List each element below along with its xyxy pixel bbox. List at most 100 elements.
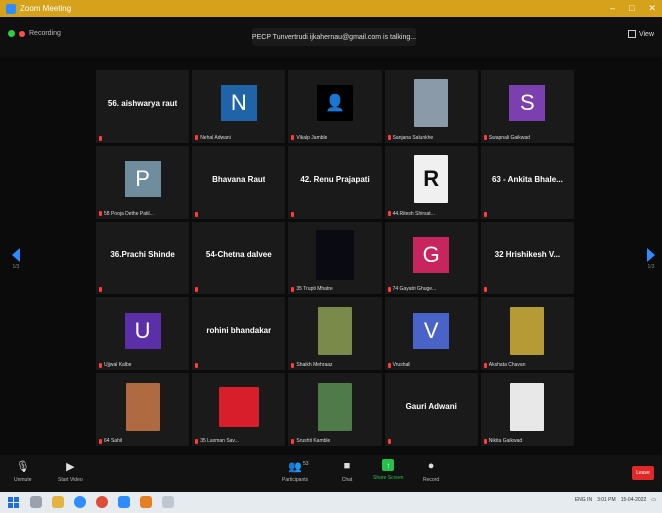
participant-tile[interactable]: 42. Renu Prajapati <box>288 145 382 219</box>
participant-name: 44.Ritesh Shirsat... <box>392 210 435 217</box>
start-video-button[interactable]: ▶ Start Video <box>58 459 83 484</box>
participant-tile[interactable]: N Nehal Adwani <box>192 70 286 143</box>
security-shield-icon[interactable] <box>8 30 15 37</box>
pinned-app-icon[interactable] <box>162 496 174 508</box>
participant-tile[interactable]: 32 Hrishikesh V... <box>480 221 574 295</box>
participant-nameplate: Nehal Adwani <box>195 135 231 141</box>
participant-tile[interactable]: Sanjana Salunkhe <box>384 70 478 143</box>
participant-tile[interactable]: rohini bhandakar <box>192 297 286 371</box>
participant-tile[interactable]: Nikita Gaikwad <box>480 373 574 446</box>
participant-avatar: G <box>413 236 450 273</box>
participant-display <box>385 78 478 129</box>
participant-nameplate: Akshata Chavan <box>483 362 526 368</box>
chevron-left-icon <box>12 248 20 262</box>
participant-name: 58 Pooja Dethe Patil... <box>104 210 154 217</box>
participant-display: 56. aishwarya raut <box>96 78 189 129</box>
participant-tile[interactable]: 56. aishwarya raut <box>96 70 190 143</box>
participant-tile[interactable]: Shaikh Mehraaz <box>288 297 382 371</box>
participant-nameplate <box>387 439 393 444</box>
chevron-right-icon <box>647 248 655 262</box>
participant-tile[interactable]: Bhavana Raut <box>192 145 286 219</box>
video-off-icon: ▶ <box>66 460 75 473</box>
participant-name: 35 Laxman Sav... <box>200 438 239 444</box>
participant-display <box>481 305 574 356</box>
video-label: Start Video <box>58 477 83 483</box>
participant-tile[interactable]: P 58 Pooja Dethe Patil... <box>96 145 190 219</box>
participant-name: 64 Sahil <box>104 438 123 444</box>
participant-nameplate: Vrushali <box>387 362 410 368</box>
participant-nameplate: Nikita Gaikwad <box>483 438 522 444</box>
record-button[interactable]: ● Record <box>423 459 439 483</box>
record-label: Record <box>423 477 440 483</box>
participant-avatar: S <box>509 85 546 122</box>
participant-tile[interactable]: 35 Trupti Mhatre <box>288 221 382 295</box>
notification-icon[interactable]: ▭ <box>651 497 656 503</box>
minimize-button[interactable]: – <box>610 3 615 14</box>
view-button[interactable]: View <box>627 30 654 38</box>
zoom-taskbar-icon[interactable] <box>118 496 130 508</box>
page-indicator-left: 1/3 <box>12 264 20 270</box>
participant-tile[interactable]: 35 Laxman Sav... <box>192 373 286 446</box>
participant-tile[interactable]: 64 Sahil <box>96 373 190 446</box>
participant-nameplate <box>291 211 296 217</box>
window-title: Zoom Meeting <box>20 4 72 13</box>
edge-browser-icon[interactable] <box>74 496 86 508</box>
chat-label: Chat <box>341 477 353 483</box>
recording-dot-icon <box>19 30 25 37</box>
chrome-browser-icon[interactable] <box>96 496 108 508</box>
mic-muted-icon <box>195 363 199 369</box>
mic-muted-icon <box>291 135 295 141</box>
previous-page-button[interactable]: 1/3 <box>10 248 22 270</box>
participant-display: Gauri Adwani <box>385 381 478 432</box>
participant-display: G <box>385 230 478 281</box>
tray-time[interactable]: 3:01 PM <box>597 497 616 503</box>
participant-nameplate: Swapnali Gaikwad <box>483 135 530 141</box>
participant-nameplate: Shaikh Mehraaz <box>291 362 333 368</box>
mic-muted-icon <box>195 287 199 293</box>
maximize-button[interactable]: □ <box>629 3 634 14</box>
participant-tile[interactable]: 👤 Vikalp Jamble <box>288 70 382 143</box>
participant-tile[interactable]: R 44.Ritesh Shirsat... <box>384 145 478 219</box>
profile-logo: R <box>414 155 449 204</box>
tray-language[interactable]: ENG IN <box>575 497 592 503</box>
participant-tile[interactable]: Srushti Kamble <box>288 373 382 446</box>
tray-date[interactable]: 15-04-2022 <box>621 497 647 503</box>
participant-tile[interactable]: U Ujjwal Kalbe <box>96 297 190 371</box>
next-page-button[interactable]: 1/3 <box>645 248 657 270</box>
participant-tile[interactable]: Akshata Chavan <box>480 297 574 371</box>
file-explorer-icon[interactable] <box>52 496 64 508</box>
participant-tile[interactable]: 63 - Ankita Bhale... <box>480 145 574 219</box>
participant-display-name: rohini bhandakar <box>206 326 272 336</box>
participant-nameplate: Srushti Kamble <box>291 438 330 444</box>
mic-muted-icon <box>291 211 295 217</box>
search-icon[interactable] <box>30 496 42 508</box>
participant-name: Ujjwal Kalbe <box>104 362 132 369</box>
participant-tile[interactable]: 54-Chetna dalvee <box>192 221 286 295</box>
chat-button[interactable]: ■ Chat <box>340 459 354 483</box>
close-button[interactable]: ✕ <box>648 3 656 14</box>
participant-display <box>481 381 574 432</box>
participant-picture <box>125 382 160 431</box>
app-taskbar-icon[interactable] <box>140 496 152 508</box>
mute-button[interactable]: 🎙 Unmute <box>14 459 32 484</box>
mute-label: Unmute <box>14 477 32 483</box>
participant-nameplate <box>195 211 200 217</box>
participant-tile[interactable]: Gauri Adwani <box>384 373 478 446</box>
windows-start-icon[interactable] <box>8 497 19 508</box>
mic-muted-icon <box>483 211 487 217</box>
participant-tile[interactable]: G 74 Gayatri Ghuge... <box>384 221 478 295</box>
participant-display: 54-Chetna dalvee <box>192 230 285 281</box>
participant-nameplate: 35 Laxman Sav... <box>195 438 239 444</box>
participant-avatar: V <box>413 312 450 349</box>
share-screen-button[interactable]: ↑ Share Screen <box>373 459 404 481</box>
mic-muted-icon <box>483 362 487 368</box>
mic-muted-icon <box>99 211 102 217</box>
view-button-label: View <box>638 30 654 38</box>
participant-tile[interactable]: S Swapnali Gaikwad <box>480 70 574 143</box>
participant-tile[interactable]: V Vrushali <box>384 297 478 371</box>
participant-tile[interactable]: 36.Prachi Shinde <box>96 221 190 295</box>
participants-label: Participants <box>282 477 309 483</box>
page-indicator-right: 1/3 <box>647 264 655 270</box>
leave-button[interactable]: Leave <box>632 466 654 480</box>
mic-muted-icon <box>483 135 487 141</box>
